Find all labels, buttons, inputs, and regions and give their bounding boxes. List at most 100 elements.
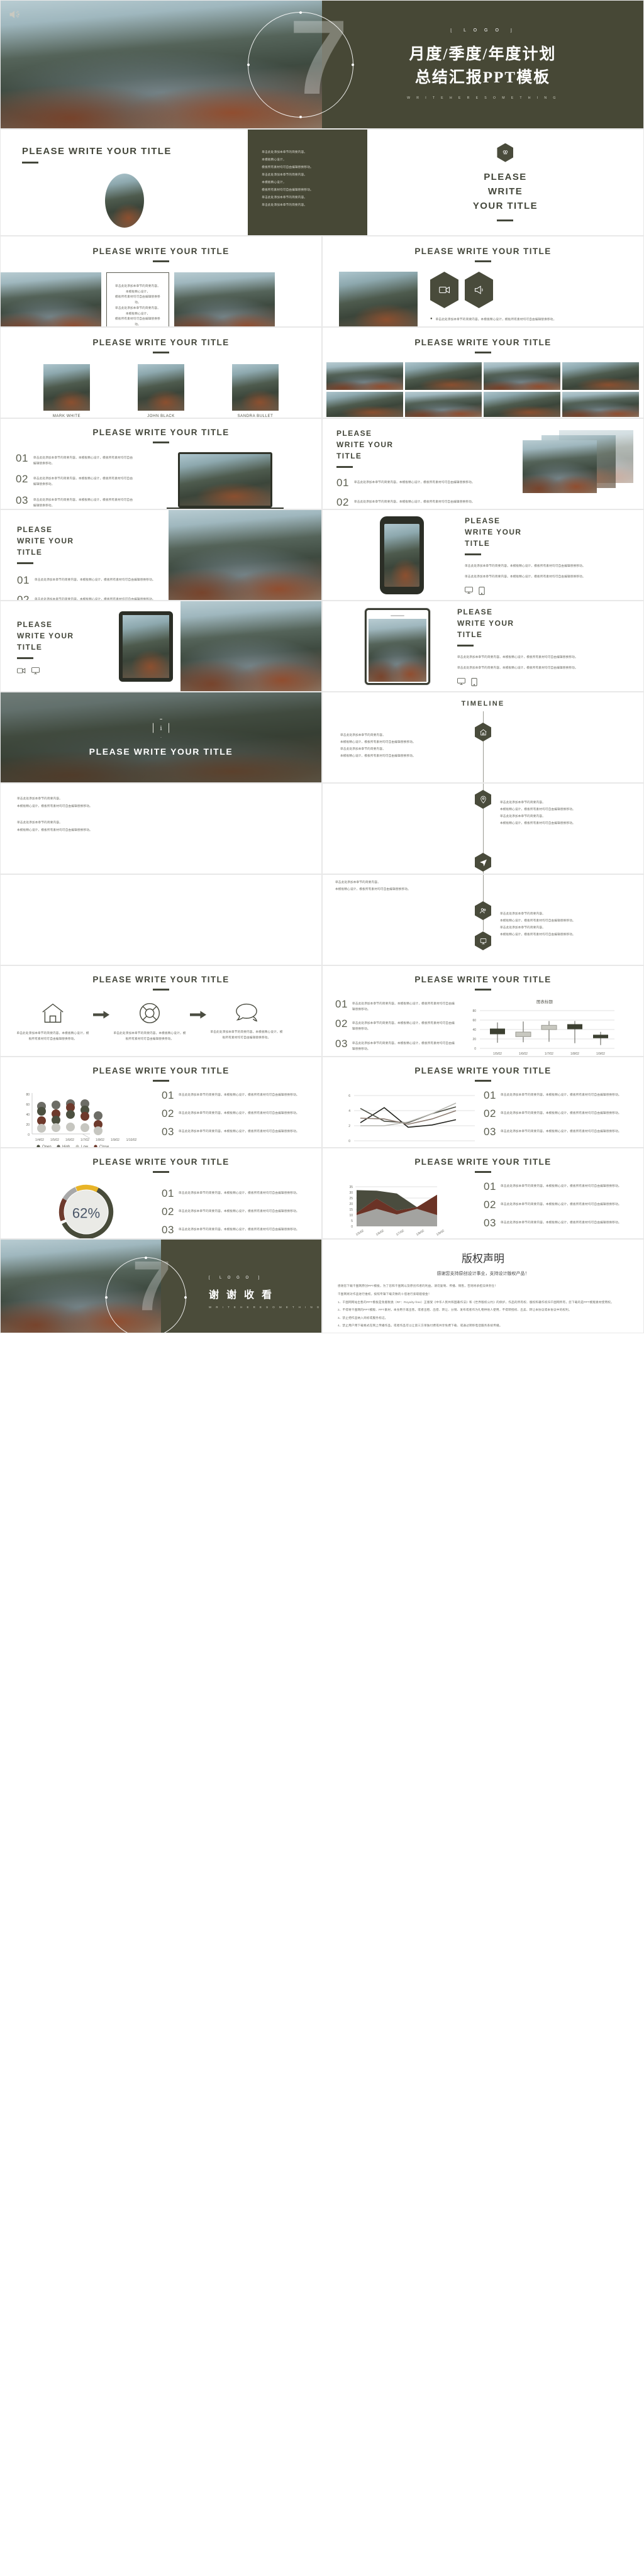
sc-text-2: 单击此处添加本章节的简要内容。本模板精心设计，模板所有素材均可自由编辑替换移动。 [178, 1111, 299, 1114]
monitor-icon[interactable] [31, 667, 40, 674]
timeline-4-line-4: 本模板精心设计，模板所有素材均可自由编辑替换移动。 [500, 933, 575, 936]
copyright-para-2: 千图网将对作品进行维权，按照专辑下载次数的十倍进行索取赔偿金！ [338, 1292, 431, 1296]
timeline-left-continued: 单击此处添加本章节的简要内容。 本模板精心设计，模板所有素材均可自由编辑替换移动… [0, 783, 322, 874]
scatter-slide: PLEASE WRITE YOUR TITLE 80 60 40 20 0 1/… [0, 1057, 322, 1148]
cover-logo: [ L O G O ] [450, 28, 515, 33]
diamond-photo-right [174, 272, 275, 326]
team-avatar [43, 364, 90, 411]
video-camera-icon[interactable] [430, 272, 458, 308]
ln-text-1: 单击此处添加本章节的简要内容。本模板精心设计，模板所有素材均可自由编辑替换移动。 [500, 1093, 621, 1096]
hexicons-photo [339, 272, 418, 326]
timeline-node-plane[interactable] [475, 853, 491, 872]
tablet2-title-1: PLEASE [457, 608, 493, 617]
svg-text:1/8/02: 1/8/02 [570, 1052, 579, 1056]
copyright-title: 版权声明 [462, 1253, 504, 1265]
candlestick-slide-title: PLEASE WRITE YOUR TITLE [414, 975, 552, 984]
timeline-2-line-4: 本模板精心设计，模板所有素材均可自由编辑替换移动。 [500, 821, 575, 825]
donut-slide-title: PLEASE WRITE YOUR TITLE [92, 1157, 230, 1167]
team-member: MARK WHITE CEO / Owner [43, 364, 90, 418]
phone-bullet-2: 单击此处添加本章节的简要内容。本模板精心设计，模板所有素材均可自由编辑替换移动。 [465, 575, 586, 578]
team-member: JOHN BLACK CEO / Owner [138, 364, 184, 418]
dn-text-2: 单击此处添加本章节的简要内容。本模板精心设计，模板所有素材均可自由编辑替换移动。 [178, 1209, 299, 1213]
process-step: 单击此处添加本章节的简要内容。本模板精心设计，模板所有素材均可自由编辑替换移动。 [209, 1002, 284, 1040]
tablet2-bullet-1: 单击此处添加本章节的简要内容。本模板精心设计，模板所有素材均可自由编辑替换移动。 [457, 655, 578, 659]
diamond-line-2: 本模板精心设计， [125, 289, 150, 293]
gallery-title: PLEASE WRITE YOUR TITLE [414, 338, 552, 347]
svg-text:4: 4 [348, 1109, 350, 1113]
cs-text-3: 单击此处添加本章节的简要内容。本模板精心设计，模板所有素材均可自由编辑替换移动。 [352, 1041, 455, 1050]
lifebuoy-icon [139, 1002, 160, 1024]
svg-text:10: 10 [349, 1214, 353, 1218]
dn-number-1: 01 [162, 1187, 174, 1199]
tablet-photo [180, 601, 321, 691]
cover-logo-label: L O G O [464, 28, 502, 33]
cs-text-1: 单击此处添加本章节的简要内容。本模板精心设计，模板所有素材均可自由编辑替换移动。 [352, 1002, 455, 1011]
cs-number-3: 03 [335, 1037, 348, 1050]
phone-bullet-1: 单击此处添加本章节的简要内容。本模板精心设计，模板所有素材均可自由编辑替换移动。 [465, 564, 586, 568]
tablet2-title-3: TITLE [457, 630, 483, 640]
ln-number-2: 02 [484, 1108, 496, 1119]
stack-text-2: 单击此处添加本章节的简要内容。本模板精心设计，模板所有素材均可自由编辑替换移动。 [353, 500, 475, 503]
copyright-lead: 感谢您支持原创设计事业，支持设计版权产品！ [436, 1272, 530, 1276]
timeline-node-home[interactable] [475, 723, 491, 741]
cs-text-2: 单击此处添加本章节的简要内容。本模板精心设计，模板所有素材均可自由编辑替换移动。 [352, 1021, 455, 1031]
team-member: SANDRA BULLET CEO / Owner [232, 364, 279, 418]
timeline-node-board[interactable] [475, 931, 491, 950]
stack-text-1: 单击此处添加本章节的简要内容。本模板精心设计，模板所有素材均可自由编辑替换移动。 [353, 480, 475, 484]
video-camera-icon[interactable] [17, 667, 26, 674]
intro-dark-line-6: 模板所有素材均可自由编辑替换移动。 [262, 187, 313, 191]
timeline-4-line-1: 单击此处添加本章节的简要内容。 [500, 912, 545, 915]
timeline-right-tail: 单击此处添加本章节的简要内容。 本模板精心设计，模板所有素材均可自由编辑替换移动… [322, 874, 644, 965]
laptop-slide: PLEASE WRITE YOUR TITLE 01 单击此处添加本章节的简要内容… [0, 418, 322, 509]
gallery-photo [326, 392, 403, 417]
sc-number-2: 02 [162, 1108, 174, 1119]
process-step-text: 单击此处添加本章节的简要内容。本模板精心设计，模板所有素材均可自由编辑替换移动。 [113, 1031, 186, 1040]
diamond-line-1: 单击此处添加本章节的简要内容。 [115, 284, 160, 287]
timeline-4-line-3: 单击此处添加本章节的简要内容。 [500, 926, 545, 930]
sc-text-1: 单击此处添加本章节的简要内容。本模板精心设计，模板所有素材均可自由编辑替换移动。 [178, 1093, 299, 1096]
timeline-node-pin[interactable] [475, 790, 491, 809]
stack-slide: PLEASE WRITE YOUR TITLE 01 单击此处添加本章节的简要内容… [322, 418, 644, 509]
thanks-subtitle: W R I T E H E R E S O M E T H I N G [209, 1306, 321, 1309]
speaker-icon[interactable] [8, 8, 21, 24]
sc-number-3: 03 [162, 1126, 174, 1138]
thanks-logo: [ L O G O ] [209, 1276, 262, 1280]
svg-text:20: 20 [472, 1038, 476, 1041]
intro-dark-panel: 单击此处添加本章节的简要内容。 本模板精心设计， 模板所有素材均可自由编辑替换移… [248, 130, 367, 235]
intro-right: PLEASE WRITE YOUR TITLE [367, 130, 643, 235]
svg-text:40: 40 [472, 1028, 476, 1032]
timeline-lc-4: 本模板精心设计，模板所有素材均可自由编辑替换移动。 [17, 828, 92, 831]
gallery-photo [405, 362, 482, 390]
phone-slide: PLEASE WRITE YOUR TITLE 单击此处添加本章节的简要内容。本… [322, 509, 644, 601]
svg-text:0: 0 [474, 1047, 476, 1051]
megaphone-icon[interactable] [465, 272, 493, 308]
svg-text:1/9/02: 1/9/02 [111, 1138, 119, 1142]
section-slide: i PLEASE WRITE YOUR TITLE [0, 692, 322, 783]
team-title: PLEASE WRITE YOUR TITLE [92, 338, 230, 347]
stack-title-1: PLEASE [336, 429, 372, 438]
svg-text:0: 0 [351, 1225, 353, 1229]
copyright-slide: 版权声明 感谢您支持原创设计事业，支持设计版权产品！ 感谢您下载千图网原创PPT… [322, 1239, 644, 1333]
area-slide-title: PLEASE WRITE YOUR TITLE [414, 1157, 552, 1167]
process-step-text: 单击此处添加本章节的简要内容。本模板精心设计，模板所有素材均可自由编辑替换移动。 [210, 1030, 283, 1039]
photoleft-title-2: WRITE YOUR [17, 536, 74, 545]
timeline-2-line-1: 单击此处添加本章节的简要内容。 [500, 801, 545, 804]
diamond-line-5: 本模板精心设计， [125, 311, 150, 315]
gallery-photo [405, 392, 482, 417]
phone-title-3: TITLE [465, 539, 491, 548]
tablet-icon[interactable] [479, 586, 485, 595]
hexicons-title: PLEASE WRITE YOUR TITLE [414, 247, 552, 256]
svg-text:0: 0 [348, 1140, 350, 1143]
intro-dark-line-1: 单击此处添加本章节的简要内容。 [262, 150, 308, 153]
ar-text-1: 单击此处添加本章节的简要内容。本模板精心设计，模板所有素材均可自由编辑替换移动。 [500, 1184, 621, 1187]
intro-right-title-2: WRITE [487, 186, 523, 197]
monitor-icon[interactable] [465, 586, 473, 594]
svg-text:6: 6 [348, 1094, 350, 1098]
monitor-icon[interactable] [457, 677, 465, 685]
gallery-slide: PLEASE WRITE YOUR TITLE 单击此处添加本章节的简要内容。本… [322, 327, 644, 418]
tablet-icon[interactable] [471, 677, 477, 686]
timeline-node-users[interactable] [475, 901, 491, 920]
photoleft-number-1: 01 [17, 574, 30, 586]
timeline-3-line-2: 本模板精心设计，模板所有素材均可自由编辑替换移动。 [335, 887, 411, 891]
svg-text:1/9/02: 1/9/02 [596, 1052, 605, 1056]
